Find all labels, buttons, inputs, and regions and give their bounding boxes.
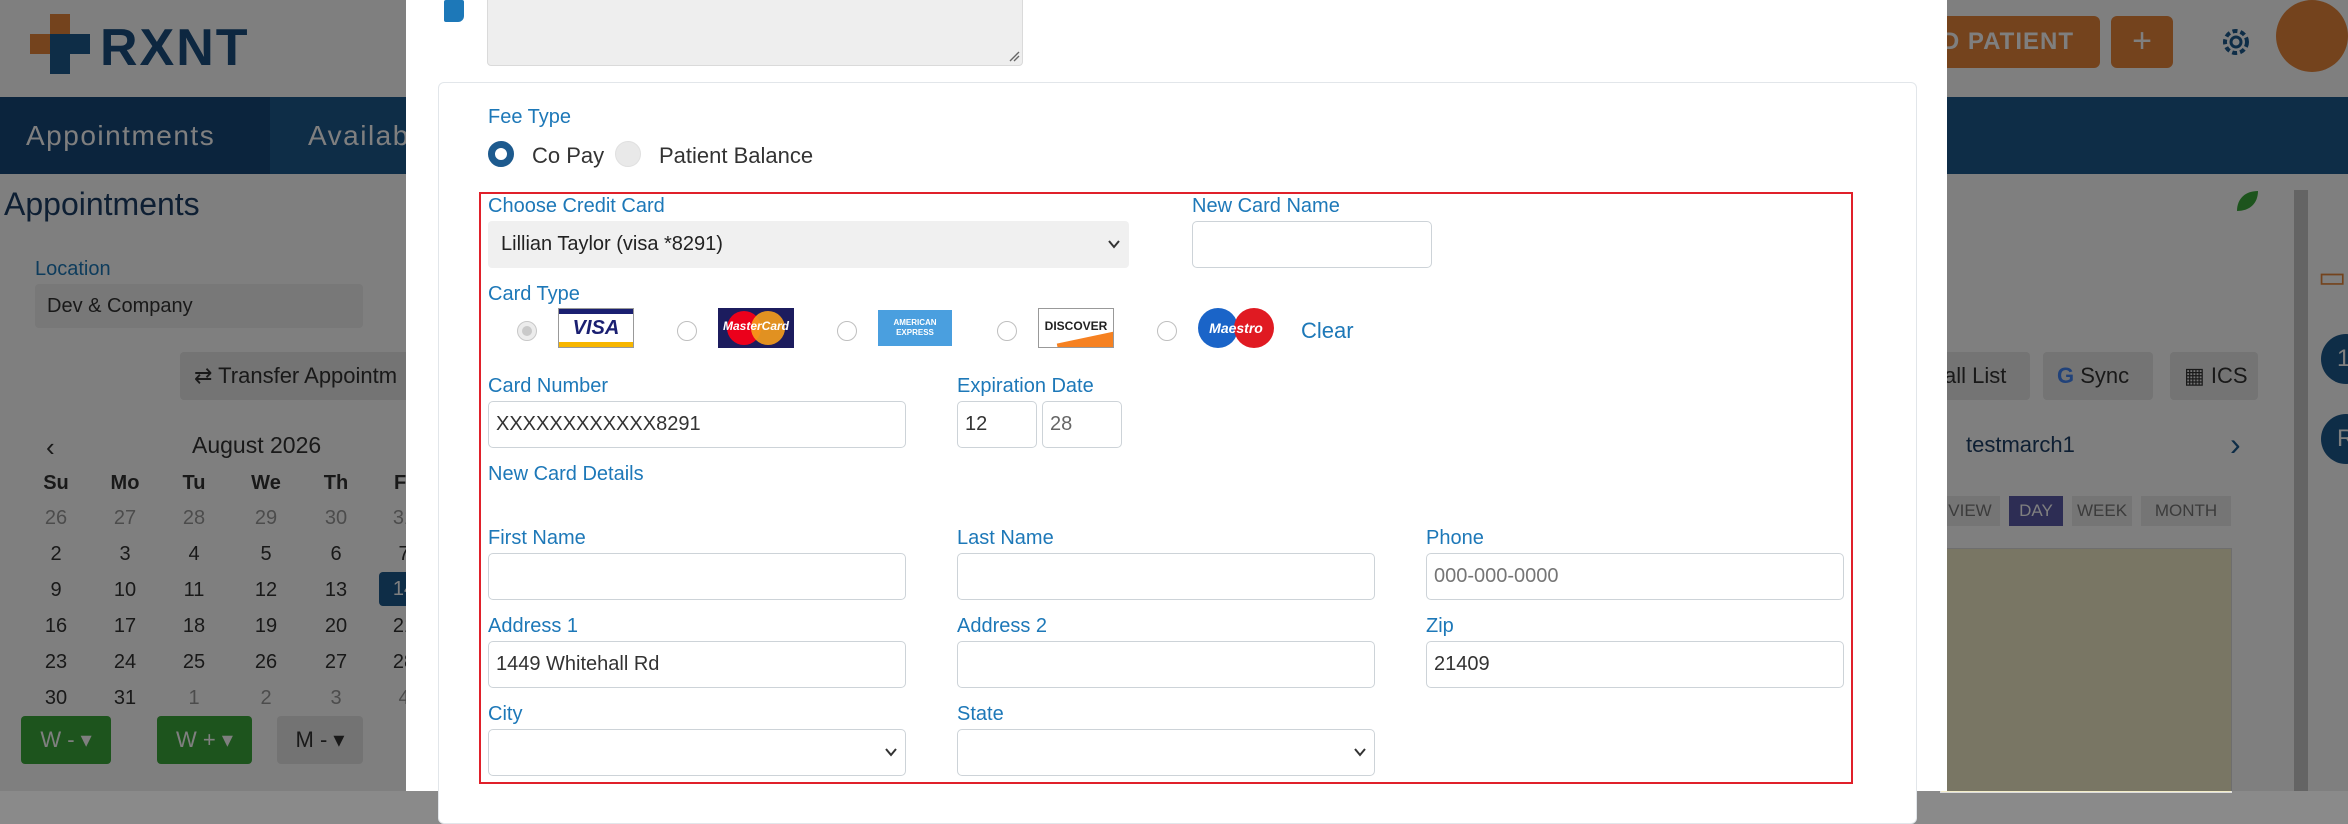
- discover-logo: DISCOVER: [1038, 308, 1114, 348]
- chevron-down-icon: [1354, 748, 1366, 757]
- address1-input[interactable]: [488, 641, 906, 688]
- note-icon: [444, 0, 464, 22]
- patient-balance-label: Patient Balance: [659, 143, 814, 168]
- state-select[interactable]: [957, 729, 1375, 776]
- city-label: City: [488, 703, 523, 725]
- state-label: State: [957, 703, 1004, 725]
- first-name-label: First Name: [488, 527, 586, 549]
- address2-label: Address 2: [957, 615, 1048, 637]
- exp-month-input[interactable]: [957, 401, 1037, 448]
- maestro-logo: Maestro: [1198, 308, 1274, 348]
- new-card-name-input[interactable]: [1192, 221, 1432, 268]
- new-card-details-label: New Card Details: [488, 463, 644, 485]
- address2-input[interactable]: [957, 641, 1375, 688]
- chevron-down-icon: [1108, 240, 1120, 249]
- zip-label: Zip: [1426, 615, 1454, 637]
- zip-input[interactable]: [1426, 641, 1844, 688]
- visa-radio[interactable]: [517, 321, 537, 341]
- mastercard-radio[interactable]: [677, 321, 697, 341]
- phone-label: Phone: [1426, 527, 1484, 549]
- card-number-label: Card Number: [488, 375, 609, 397]
- co-pay-label: Co Pay: [532, 143, 605, 168]
- choose-card-value: Lillian Taylor (visa *8291): [501, 233, 723, 255]
- city-select[interactable]: [488, 729, 906, 776]
- mastercard-logo: MasterCard: [718, 308, 794, 348]
- clear-link[interactable]: Clear: [1301, 318, 1354, 344]
- amex-text: AMERICAN EXPRESS: [893, 318, 937, 337]
- visa-logo: VISA: [558, 308, 634, 348]
- maestro-text: Maestro: [1209, 320, 1263, 336]
- first-name-input[interactable]: [488, 553, 906, 600]
- phone-input[interactable]: [1426, 553, 1844, 600]
- visa-text: VISA: [572, 317, 620, 339]
- co-pay-radio[interactable]: [488, 141, 514, 167]
- patient-balance-radio[interactable]: [615, 141, 641, 167]
- maestro-radio[interactable]: [1157, 321, 1177, 341]
- highlight-box: [479, 192, 1853, 784]
- address1-label: Address 1: [488, 615, 579, 637]
- last-name-input[interactable]: [957, 553, 1375, 600]
- notes-textarea[interactable]: [487, 0, 1023, 66]
- amex-radio[interactable]: [837, 321, 857, 341]
- card-type-label: Card Type: [488, 283, 580, 305]
- resize-handle-icon[interactable]: [1008, 50, 1020, 62]
- discover-radio[interactable]: [997, 321, 1017, 341]
- discover-text: DISCOVER: [1044, 319, 1108, 333]
- choose-card-select[interactable]: Lillian Taylor (visa *8291): [488, 221, 1129, 268]
- mastercard-text: MasterCard: [722, 319, 790, 333]
- choose-card-label: Choose Credit Card: [488, 195, 665, 217]
- amex-logo: AMERICAN EXPRESS: [878, 310, 952, 346]
- last-name-label: Last Name: [957, 527, 1054, 549]
- expiration-label: Expiration Date: [957, 375, 1094, 397]
- fee-type-label: Fee Type: [488, 106, 572, 128]
- new-card-name-label: New Card Name: [1192, 195, 1340, 217]
- exp-year-input[interactable]: [1042, 401, 1122, 448]
- card-number-input[interactable]: [488, 401, 906, 448]
- chevron-down-icon: [885, 748, 897, 757]
